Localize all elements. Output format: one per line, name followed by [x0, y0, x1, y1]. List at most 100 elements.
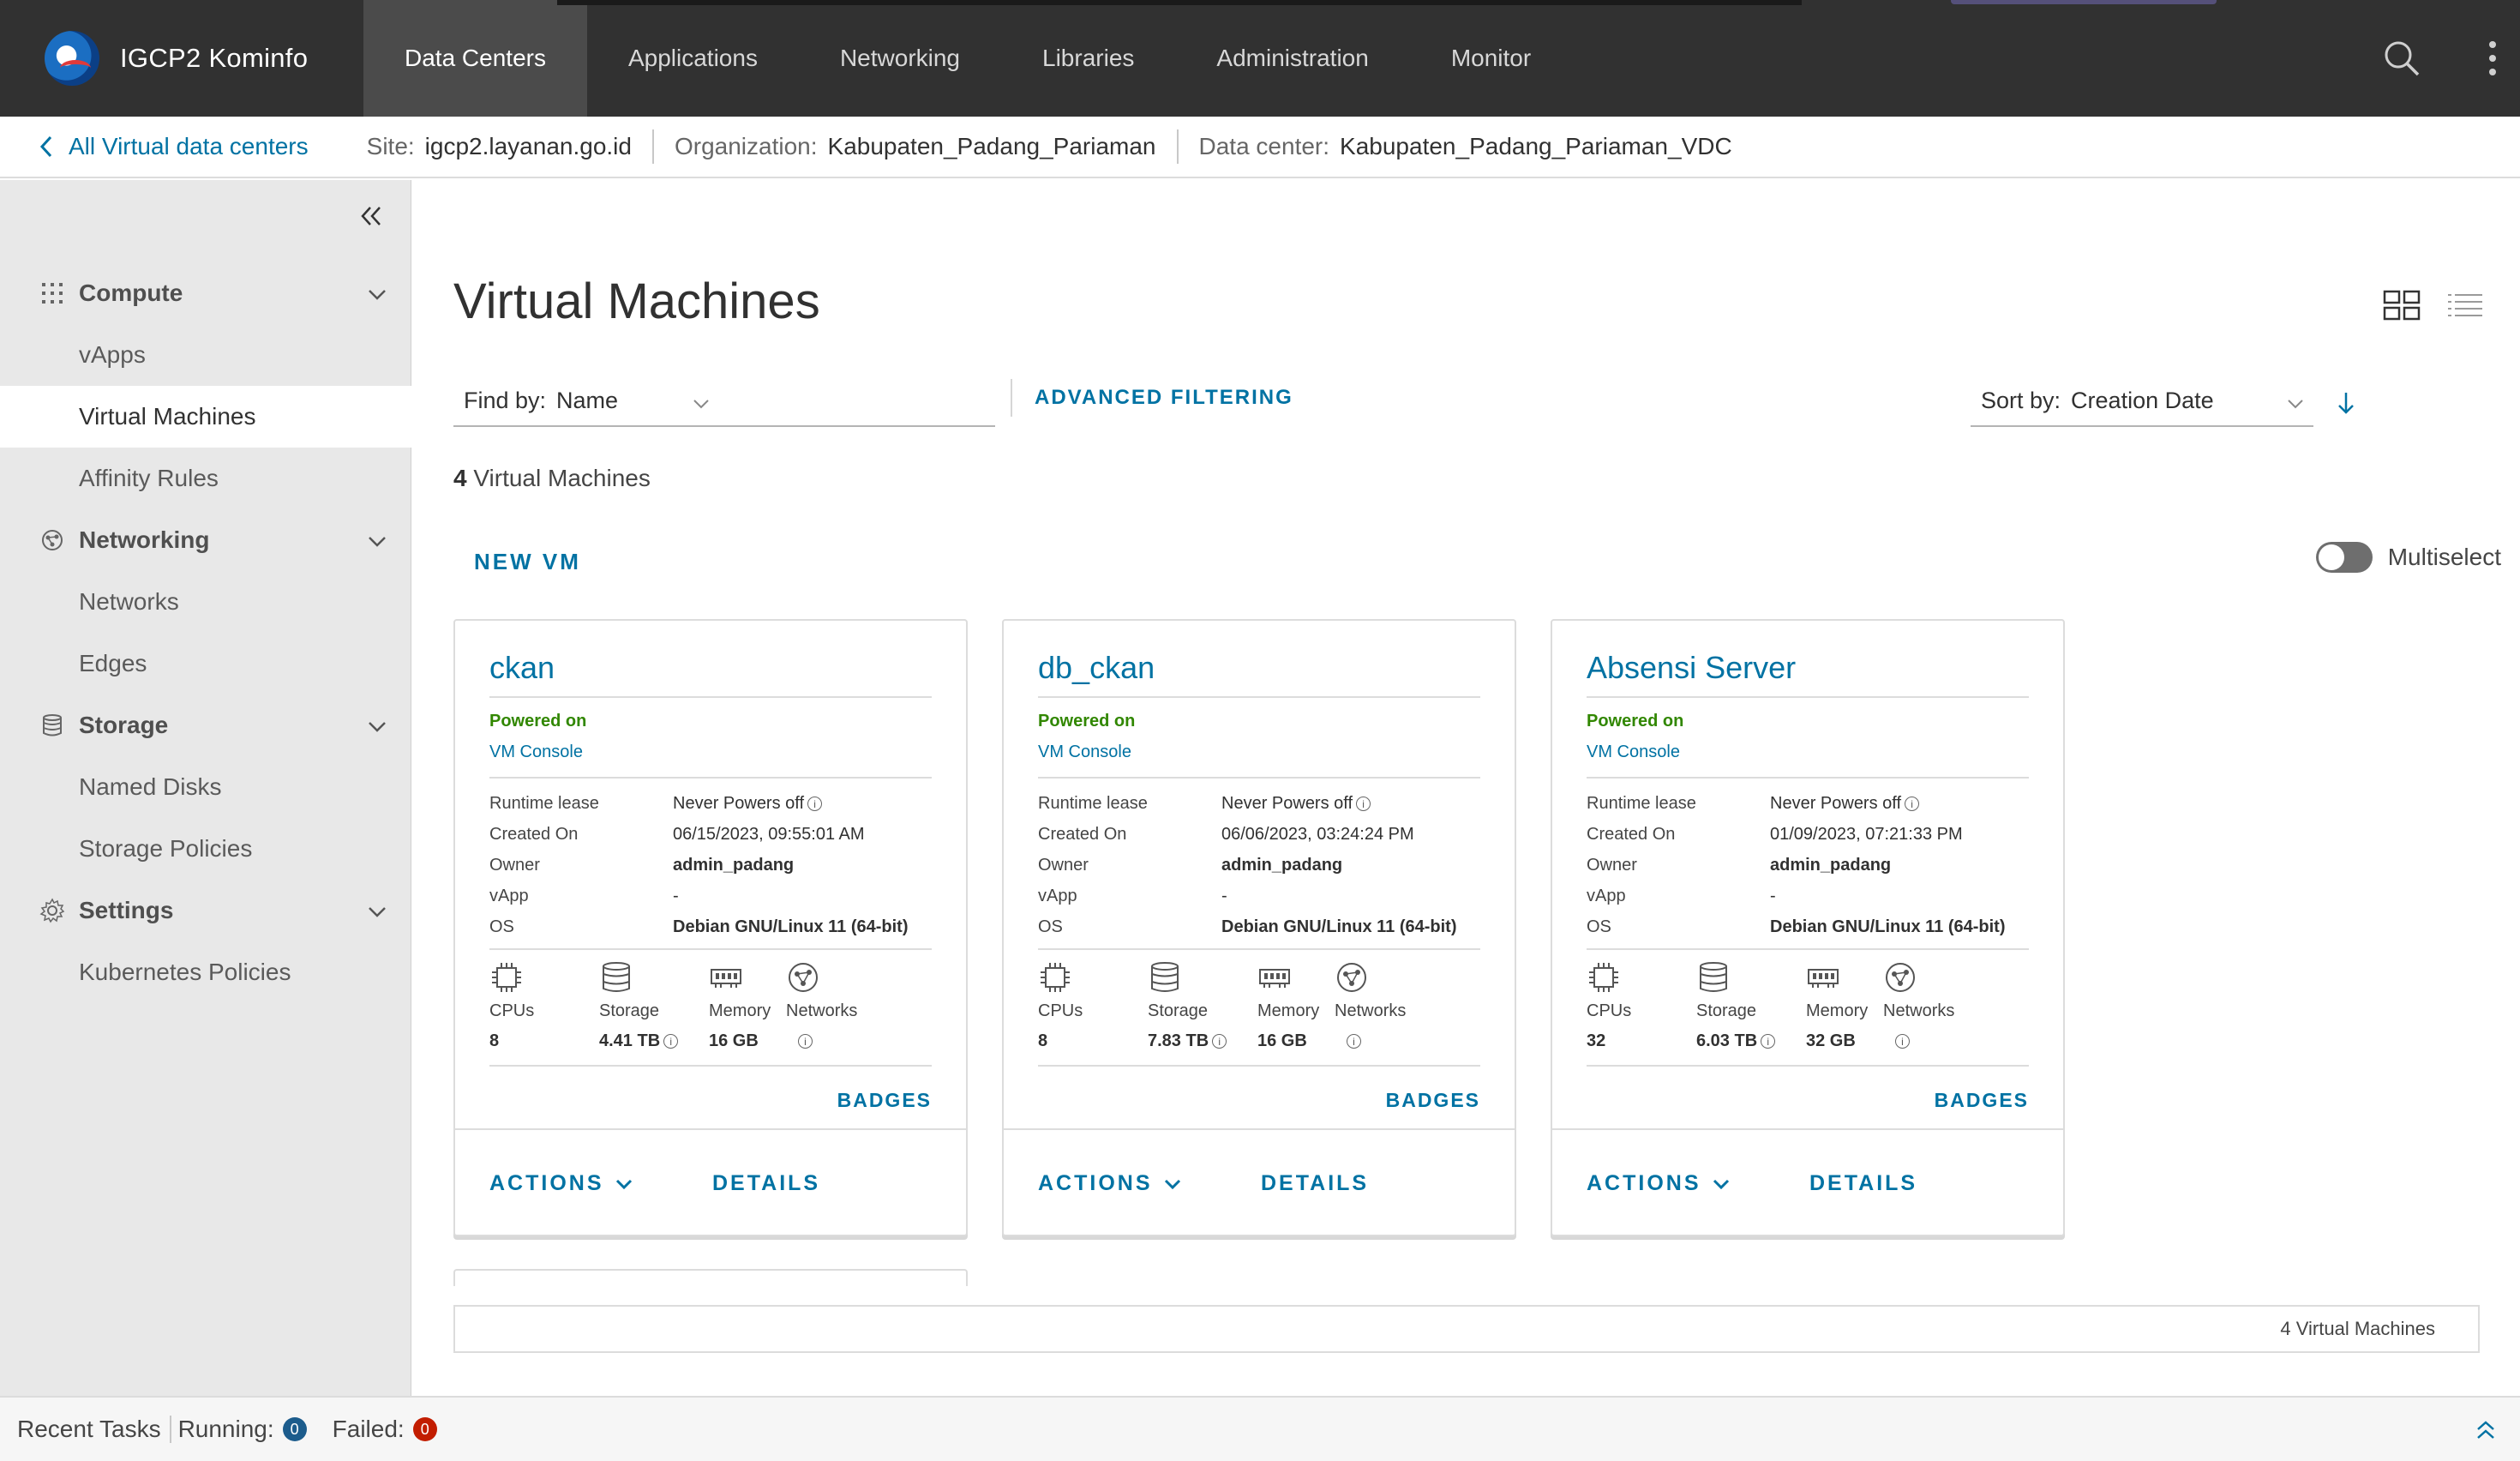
divider: [1587, 777, 2029, 779]
chevron-down-icon: [362, 897, 393, 928]
main-content: Virtual Machines Find by: Name ADVANCED …: [412, 180, 2520, 1396]
sidebar-section-compute[interactable]: Compute: [0, 262, 411, 324]
datacenter-crumb: Data center: Kabupaten_Padang_Pariaman_V…: [1176, 129, 1753, 164]
os-key: OS: [489, 917, 514, 936]
sidebar-section-storage[interactable]: Storage: [0, 694, 411, 756]
storage-value: 7.83 TB: [1148, 1031, 1209, 1050]
nav-networking[interactable]: Networking: [799, 0, 1001, 117]
running-count-badge[interactable]: 0: [282, 1417, 307, 1441]
info-icon[interactable]: i: [1905, 797, 1920, 812]
collapse-sidebar-icon[interactable]: [347, 192, 395, 240]
back-to-vdcs-link[interactable]: All Virtual data centers: [0, 133, 309, 160]
new-vm-button[interactable]: NEW VM: [474, 549, 581, 575]
card-view-icon[interactable]: [2379, 286, 2424, 324]
cpus-label: CPUs: [1587, 1001, 1632, 1020]
actions-dropdown[interactable]: ACTIONS: [1587, 1171, 1731, 1196]
memory-label: Memory: [1257, 1001, 1320, 1020]
info-icon[interactable]: i: [1761, 1034, 1776, 1049]
sort-by-select[interactable]: Sort by: Creation Date: [1971, 376, 2313, 427]
network-icon: [789, 963, 818, 992]
sidebar-item-virtual-machines[interactable]: Virtual Machines: [0, 386, 411, 448]
vm-console-link[interactable]: VM Console: [1587, 743, 1680, 762]
header-top-strip: [557, 0, 1802, 5]
sidebar-section-label: Storage: [79, 712, 169, 738]
sidebar-item-vapps[interactable]: vApps: [0, 324, 411, 386]
kominfo-logo: [45, 31, 99, 86]
vm-card-partial: [453, 1269, 968, 1286]
more-vertical-icon[interactable]: [2469, 34, 2517, 82]
sidebar-item-named-disks[interactable]: Named Disks: [0, 756, 411, 818]
details-button[interactable]: DETAILS: [1809, 1171, 1917, 1196]
info-icon[interactable]: i: [1347, 1034, 1361, 1049]
datacenter-value: Kabupaten_Padang_Pariaman_VDC: [1340, 133, 1732, 159]
divider: [1038, 777, 1480, 779]
network-icon: [39, 527, 65, 553]
info-icon[interactable]: i: [1895, 1034, 1910, 1049]
nav-data-centers[interactable]: Data Centers: [363, 0, 587, 117]
badges-button[interactable]: BADGES: [837, 1089, 932, 1112]
recent-tasks-label[interactable]: Recent Tasks: [0, 1416, 171, 1443]
vm-status: Powered on: [489, 712, 587, 730]
sidebar-item-edges[interactable]: Edges: [0, 633, 411, 694]
actions-dropdown[interactable]: ACTIONS: [489, 1171, 633, 1196]
sidebar-section-label: Networking: [79, 526, 210, 553]
card-footer-divider: [455, 1128, 966, 1130]
owner-row: Owner admin_padang: [489, 856, 794, 875]
vm-console-link[interactable]: VM Console: [489, 743, 583, 762]
advanced-filtering-button[interactable]: ADVANCED FILTERING: [1035, 386, 1293, 410]
multiselect-toggle[interactable]: [2315, 542, 2373, 573]
site-crumb: Site: igcp2.layanan.go.id: [346, 129, 652, 164]
info-icon[interactable]: i: [798, 1034, 813, 1049]
vm-name-link[interactable]: ckan: [489, 650, 555, 686]
list-view-icon[interactable]: [2443, 286, 2487, 324]
created-on-key: Created On: [1038, 825, 1127, 844]
actions-label: ACTIONS: [489, 1171, 604, 1195]
info-icon[interactable]: i: [1212, 1034, 1227, 1049]
owner-key: Owner: [1587, 856, 1637, 875]
chevron-down-icon: [362, 712, 393, 743]
brand-name: IGCP2 Kominfo: [120, 43, 309, 73]
sidebar-item-affinity-rules[interactable]: Affinity Rules: [0, 448, 411, 509]
sort-direction-arrow-down-icon[interactable]: [2331, 386, 2361, 420]
memory-value: 16 GB: [1257, 1031, 1307, 1050]
nav-applications[interactable]: Applications: [587, 0, 799, 117]
vm-console-link[interactable]: VM Console: [1038, 743, 1131, 762]
search-icon[interactable]: [2378, 34, 2426, 82]
nav-libraries[interactable]: Libraries: [1001, 0, 1175, 117]
vm-status: Powered on: [1038, 712, 1136, 730]
details-button[interactable]: DETAILS: [1261, 1171, 1369, 1196]
nav-monitor[interactable]: Monitor: [1410, 0, 1572, 117]
find-by-select[interactable]: Find by: Name: [453, 376, 995, 427]
sidebar-item-kubernetes-policies[interactable]: Kubernetes Policies: [0, 941, 411, 1003]
actions-dropdown[interactable]: ACTIONS: [1038, 1171, 1182, 1196]
failed-count-badge[interactable]: 0: [412, 1417, 437, 1441]
organization-crumb: Organization: Kabupaten_Padang_Pariaman: [651, 129, 1177, 164]
badges-button[interactable]: BADGES: [1386, 1089, 1480, 1112]
sidebar-section-settings[interactable]: Settings: [0, 880, 411, 941]
header-top-strip-accent: [1951, 0, 2217, 4]
main-nav: Data Centers Applications Networking Lib…: [363, 0, 1572, 117]
vm-name-link[interactable]: db_ckan: [1038, 650, 1155, 686]
chevron-down-icon: [615, 1179, 632, 1189]
vm-name-link[interactable]: Absensi Server: [1587, 650, 1796, 686]
memory-stat: Memory 32 GB: [1806, 960, 1868, 1051]
sidebar-item-networks[interactable]: Networks: [0, 571, 411, 633]
runtime-lease-row: Runtime lease Never Powers off i: [489, 794, 823, 814]
nav-administration[interactable]: Administration: [1175, 0, 1409, 117]
vm-count-number: 4: [453, 465, 467, 491]
info-icon[interactable]: i: [663, 1034, 679, 1049]
info-icon[interactable]: i: [1356, 797, 1371, 812]
owner-value: admin_padang: [1770, 856, 1892, 875]
sidebar-item-storage-policies[interactable]: Storage Policies: [0, 818, 411, 880]
created-on-value: 01/09/2023, 07:21:33 PM: [1770, 825, 1963, 844]
site-value: igcp2.layanan.go.id: [424, 133, 632, 159]
divider: [1587, 1065, 2029, 1067]
info-icon[interactable]: i: [807, 797, 823, 812]
expand-tasks-icon[interactable]: [2469, 1413, 2503, 1447]
storage-label: Storage: [1696, 1001, 1757, 1020]
sidebar-section-networking[interactable]: Networking: [0, 509, 411, 571]
details-button[interactable]: DETAILS: [712, 1171, 820, 1196]
brand[interactable]: IGCP2 Kominfo: [0, 0, 363, 117]
badges-button[interactable]: BADGES: [1935, 1089, 2029, 1112]
find-by-value: Name: [556, 387, 619, 413]
